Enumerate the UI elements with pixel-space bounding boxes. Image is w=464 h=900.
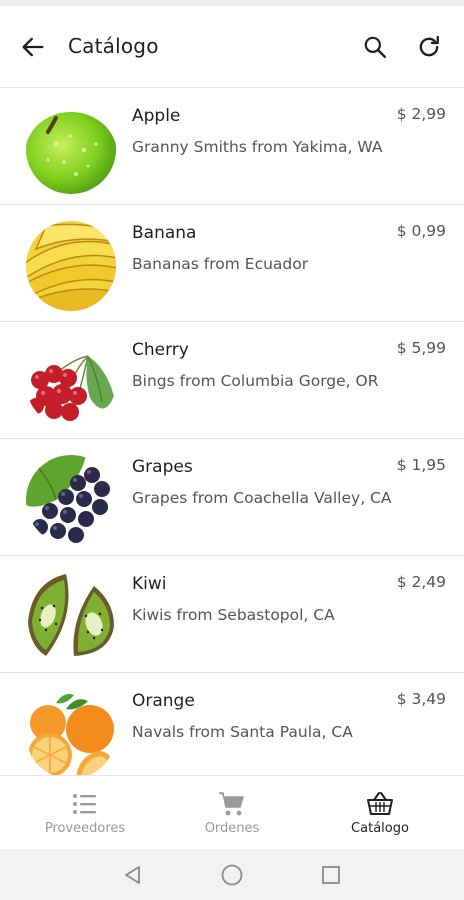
product-row-apple[interactable]: Apple Granny Smiths from Yakima, WA $ 2,… <box>0 88 464 205</box>
product-price: $ 5,99 <box>396 339 446 357</box>
back-triangle-icon[interactable] <box>121 863 145 887</box>
app-bar: Catálogo <box>0 6 464 88</box>
cart-icon <box>218 790 246 818</box>
basket-icon <box>366 790 394 818</box>
product-name: Grapes <box>132 457 193 477</box>
product-price: $ 1,95 <box>396 456 446 474</box>
product-name: Kiwi <box>132 574 167 594</box>
recents-square-icon[interactable] <box>319 863 343 887</box>
search-button[interactable] <box>358 30 392 64</box>
refresh-icon <box>419 35 439 57</box>
back-button[interactable] <box>16 30 50 64</box>
product-row-banana[interactable]: Banana Bananas from Ecuador $ 0,99 <box>0 205 464 322</box>
cherry-image <box>26 338 116 428</box>
system-navigation-bar <box>0 849 464 900</box>
product-name: Orange <box>132 691 195 711</box>
grapes-image <box>26 455 116 545</box>
home-circle-icon[interactable] <box>220 863 244 887</box>
nav-label: Proveedores <box>44 821 126 836</box>
product-description: Kiwis from Sebastopol, CA <box>132 606 335 624</box>
orange-image <box>26 689 116 775</box>
nav-item-catalogo[interactable]: Catálogo <box>303 776 457 850</box>
product-row-orange[interactable]: Orange Navals from Santa Paula, CA $ 3,4… <box>0 673 464 775</box>
product-row-grapes[interactable]: Grapes Grapes from Coachella Valley, CA … <box>0 439 464 556</box>
bottom-navigation: Proveedores Ordenes Catálogo <box>0 775 464 849</box>
product-row-cherry[interactable]: Cherry Bings from Columbia Gorge, OR $ 5… <box>0 322 464 439</box>
product-list: Apple Granny Smiths from Yakima, WA $ 2,… <box>0 88 464 775</box>
product-description: Granny Smiths from Yakima, WA <box>132 138 383 156</box>
arrow-left-icon <box>22 37 44 57</box>
product-row-kiwi[interactable]: Kiwi Kiwis from Sebastopol, CA $ 2,49 <box>0 556 464 673</box>
product-description: Grapes from Coachella Valley, CA <box>132 489 392 507</box>
product-description: Bananas from Ecuador <box>132 255 309 273</box>
list-icon <box>71 790 99 818</box>
nav-label: Ordenes <box>204 821 260 836</box>
kiwi-image <box>26 572 116 662</box>
apple-image <box>26 104 116 194</box>
product-name: Cherry <box>132 340 189 360</box>
search-icon <box>364 36 386 58</box>
product-name: Apple <box>132 106 181 126</box>
product-price: $ 2,99 <box>396 105 446 123</box>
product-name: Banana <box>132 223 197 243</box>
product-price: $ 0,99 <box>396 222 446 240</box>
page-title: Catálogo <box>68 34 159 58</box>
product-description: Navals from Santa Paula, CA <box>132 723 353 741</box>
product-description: Bings from Columbia Gorge, OR <box>132 372 379 390</box>
banana-image <box>26 221 116 311</box>
refresh-button[interactable] <box>412 30 446 64</box>
nav-label: Catálogo <box>351 821 409 836</box>
nav-item-ordenes[interactable]: Ordenes <box>155 776 309 850</box>
nav-item-proveedores[interactable]: Proveedores <box>8 776 162 850</box>
product-price: $ 3,49 <box>396 690 446 708</box>
product-price: $ 2,49 <box>396 573 446 591</box>
